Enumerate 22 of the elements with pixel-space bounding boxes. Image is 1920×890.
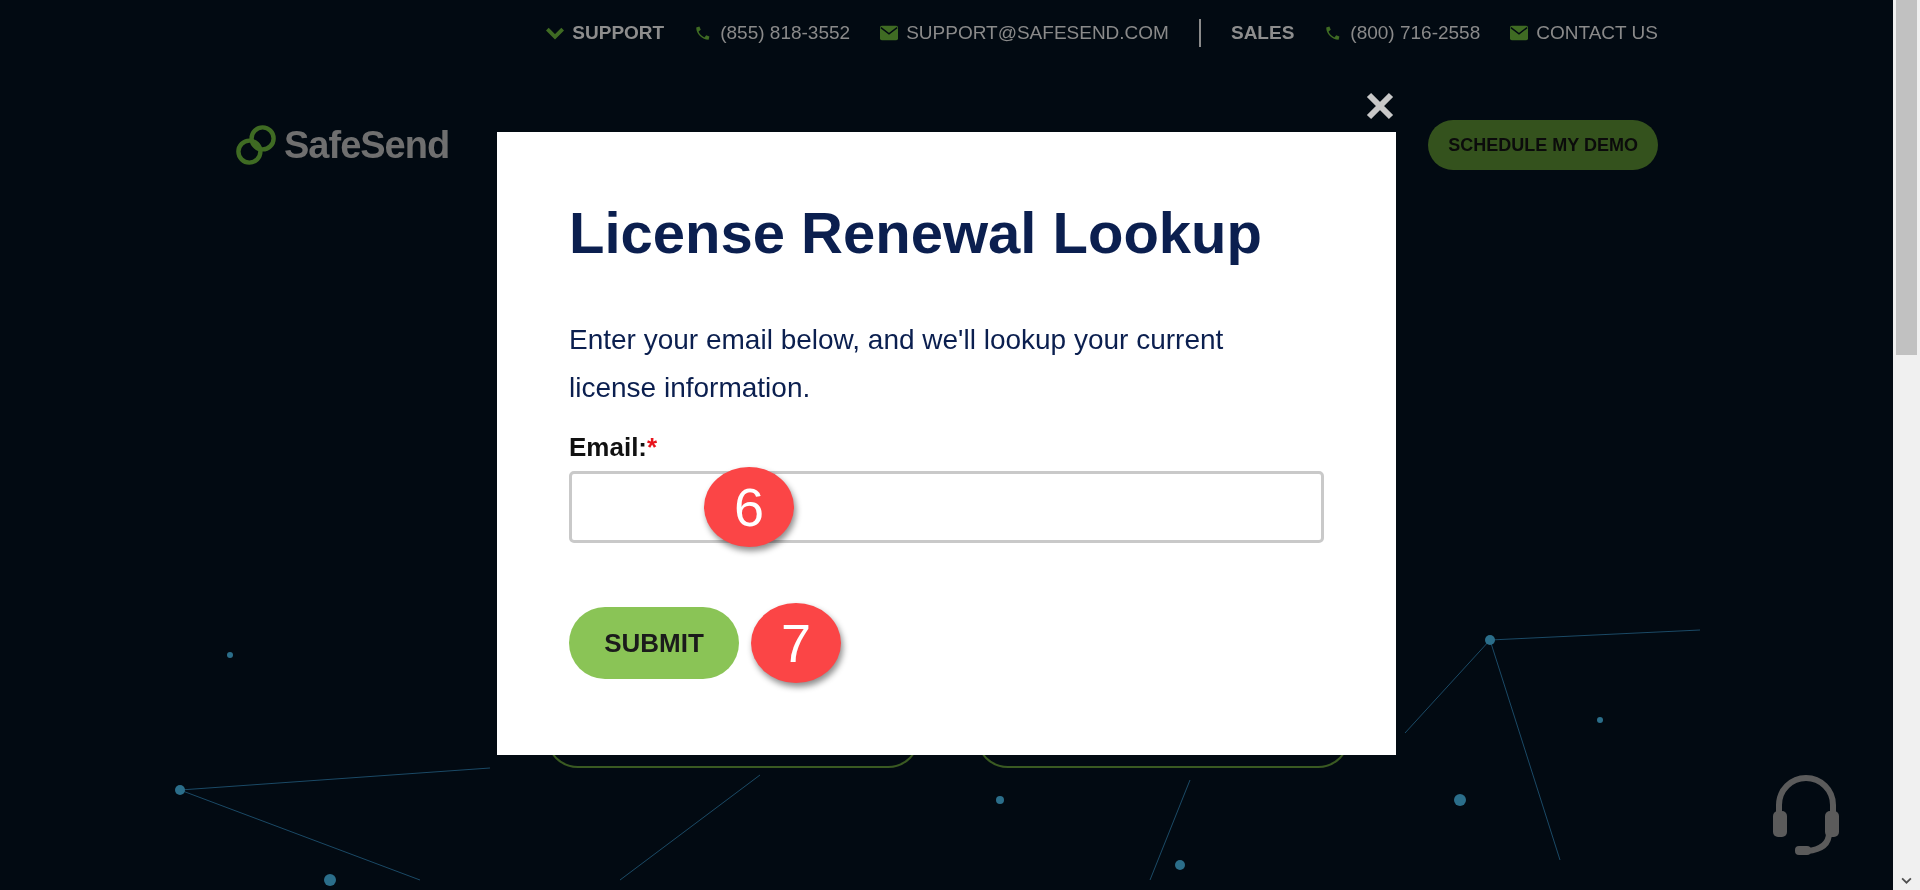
email-link[interactable]: CONTACT US	[1536, 22, 1658, 44]
sales-label: SALES	[1230, 22, 1295, 44]
scroll-down-icon[interactable]	[1901, 877, 1912, 884]
envelope-icon	[1510, 25, 1529, 41]
submit-button[interactable]: SUBMIT	[569, 607, 739, 679]
envelope-icon	[880, 25, 899, 41]
email-link[interactable]: SUPPORT@SAFESEND.COM	[906, 22, 1169, 44]
scrollbar[interactable]	[1893, 0, 1920, 890]
support-menu[interactable]: SUPPORT	[572, 22, 665, 44]
logo-text: SafeSend	[284, 123, 450, 167]
chevron-down-icon	[546, 25, 565, 41]
step-badge: 7	[751, 603, 841, 683]
scrollbar-thumb[interactable]	[1896, 0, 1917, 355]
email-field[interactable]	[569, 471, 1324, 543]
phone-link[interactable]: (800) 716-2558	[1350, 22, 1481, 44]
dialog-title: License Renewal Lookup	[569, 199, 1263, 267]
close-icon[interactable]	[1365, 91, 1395, 121]
logo-icon	[234, 123, 278, 167]
logo[interactable]: SafeSend	[234, 123, 450, 167]
field-label: Email:*	[569, 432, 658, 463]
dialog-text: Enter your email below, and we'll lookup your current license information.	[569, 323, 1225, 405]
phone-link[interactable]: (855) 818-3552	[720, 22, 851, 44]
